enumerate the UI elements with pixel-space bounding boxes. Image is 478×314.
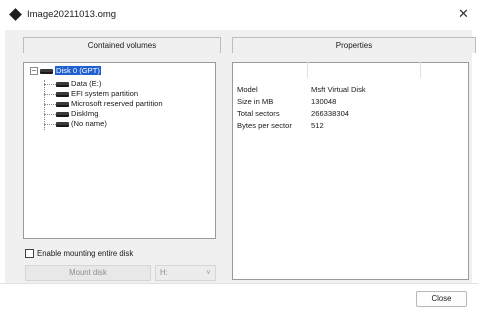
properties-header: Properties [232, 37, 476, 53]
contained-volumes-header: Contained volumes [23, 37, 221, 53]
disk-icon [56, 101, 69, 107]
property-value: 512 [311, 121, 324, 130]
tree-connector [44, 80, 45, 130]
property-value: 130048 [311, 97, 337, 106]
close-button[interactable]: Close [416, 291, 467, 307]
dialog-footer [0, 283, 478, 314]
tree-connector [44, 114, 56, 115]
chevron-down-icon: ∨ [205, 269, 211, 276]
enable-mounting-label[interactable]: Enable mounting entire disk [37, 249, 133, 258]
property-key: Total sectors [237, 109, 280, 118]
tree-connector [44, 104, 56, 105]
tree-connector [44, 84, 56, 85]
drive-letter-select[interactable]: H: ∨ [155, 265, 216, 281]
property-key: Model [237, 85, 258, 94]
tree-item-diskimg[interactable]: DiskImg [56, 109, 98, 119]
tree-item-disk-0[interactable]: Disk 0 (GPT) [40, 66, 101, 76]
window-title: Image20211013.omg [27, 9, 117, 20]
disk-icon [56, 111, 69, 117]
disk-icon [56, 91, 69, 97]
column-divider [307, 62, 308, 78]
tree-connector [44, 94, 56, 95]
property-value: Msft Virtual Disk [311, 85, 366, 94]
drive-letter-value: H: [160, 268, 168, 277]
tree-item-efi[interactable]: EFI system partition [56, 89, 138, 99]
tree-item-no-name[interactable]: (No name) [56, 119, 107, 129]
tree-item-data-e[interactable]: Data (E:) [56, 79, 101, 89]
enable-mounting-checkbox[interactable] [25, 249, 34, 258]
tree-item-label: EFI system partition [71, 89, 139, 98]
title-bar: Image20211013.omg ✕ [0, 0, 478, 30]
tree-item-label: (No name) [71, 119, 107, 128]
diamond-icon [9, 8, 22, 21]
tree-item-label: DiskImg [71, 109, 99, 118]
collapse-icon[interactable]: − [30, 67, 38, 75]
disk-icon [56, 121, 69, 127]
tree-item-label: Data (E:) [71, 79, 102, 88]
disk-icon [56, 81, 69, 87]
property-key: Bytes per sector [237, 121, 292, 130]
mount-disk-button[interactable]: Mount disk [25, 265, 151, 281]
property-key: Size in MB [237, 97, 274, 106]
tree-item-msr[interactable]: Microsoft reserved partition [56, 99, 163, 109]
dialog-window: Image20211013.omg ✕ Contained volumes Pr… [0, 0, 478, 314]
tree-item-label: Microsoft reserved partition [71, 99, 163, 108]
column-divider [420, 62, 421, 78]
disk-icon [40, 68, 53, 74]
tree-item-label: Disk 0 (GPT) [55, 66, 101, 75]
close-icon[interactable]: ✕ [458, 7, 469, 21]
tree-connector [44, 124, 56, 125]
properties-list[interactable] [232, 62, 469, 280]
property-value: 266338304 [311, 109, 350, 118]
